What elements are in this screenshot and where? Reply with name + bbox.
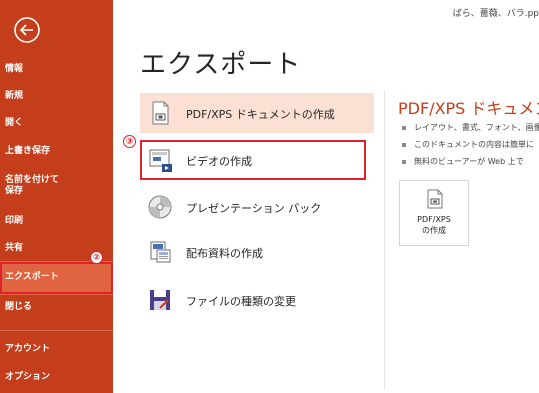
option-presentation-package[interactable]: プレゼンテーション パック xyxy=(140,187,374,227)
option-create-pdf-xps[interactable]: PDF/XPS ドキュメントの作成 xyxy=(140,93,374,133)
description-bullet: 無料のビューアーが Web 上で xyxy=(402,156,524,167)
file-type-icon xyxy=(146,286,174,314)
create-pdf-xps-label: PDF/XPS の作成 xyxy=(417,215,451,235)
annotation-box-video xyxy=(140,140,366,180)
nav-share[interactable]: 共有 xyxy=(5,243,23,254)
pdf-document-icon xyxy=(146,99,174,127)
cd-package-icon xyxy=(146,193,174,221)
page-title: エクスポート xyxy=(140,50,302,80)
option-label: ファイルの種類の変更 xyxy=(186,295,296,308)
description-bullet: このドキュメントの内容は簡単に xyxy=(402,139,534,150)
nav-close[interactable]: 閉じる xyxy=(5,302,32,313)
back-arrow-icon[interactable] xyxy=(13,16,41,44)
annotation-step-3: ③ xyxy=(123,135,136,148)
handout-icon xyxy=(146,238,174,266)
create-pdf-xps-button[interactable]: PDF/XPS の作成 xyxy=(399,180,469,246)
annotation-box-export xyxy=(0,262,113,294)
annotation-step-2: ② xyxy=(90,251,103,264)
nav-save[interactable]: 上書き保存 xyxy=(5,146,50,157)
bullet-marker xyxy=(402,142,406,147)
file-title: ばら、薔薇、バラ.pp xyxy=(452,9,539,19)
description-bullet: レイアウト、書式、フォント、画像 xyxy=(402,122,539,133)
nav-print[interactable]: 印刷 xyxy=(5,216,23,227)
option-label: プレゼンテーション パック xyxy=(186,202,322,215)
bullet-text: 無料のビューアーが Web 上で xyxy=(414,157,524,166)
option-change-file-type[interactable]: ファイルの種類の変更 xyxy=(140,280,374,320)
option-label: 配布資料の作成 xyxy=(186,247,263,260)
option-label: PDF/XPS ドキュメントの作成 xyxy=(186,108,335,121)
bullet-marker xyxy=(402,159,406,164)
nav-divider xyxy=(0,330,113,331)
pdf-icon xyxy=(426,189,444,209)
option-create-handouts[interactable]: 配布資料の作成 xyxy=(140,232,374,272)
nav-info[interactable]: 情報 xyxy=(5,64,23,75)
bullet-marker xyxy=(402,125,406,130)
bullet-text: このドキュメントの内容は簡単に xyxy=(414,140,534,149)
right-panel-title: PDF/XPS ドキュメン xyxy=(398,99,539,118)
nav-new[interactable]: 新規 xyxy=(5,91,23,102)
backstage-sidebar: 情報 新規 開く 上書き保存 名前を付けて 保存 印刷 共有 エクスポート 閉じ… xyxy=(0,0,113,393)
bullet-text: レイアウト、書式、フォント、画像 xyxy=(414,123,539,132)
nav-save-as[interactable]: 名前を付けて 保存 xyxy=(5,175,59,197)
nav-options[interactable]: オプション xyxy=(5,372,50,383)
panel-divider xyxy=(384,90,385,390)
nav-open[interactable]: 開く xyxy=(5,118,23,129)
nav-account[interactable]: アカウント xyxy=(5,344,50,355)
